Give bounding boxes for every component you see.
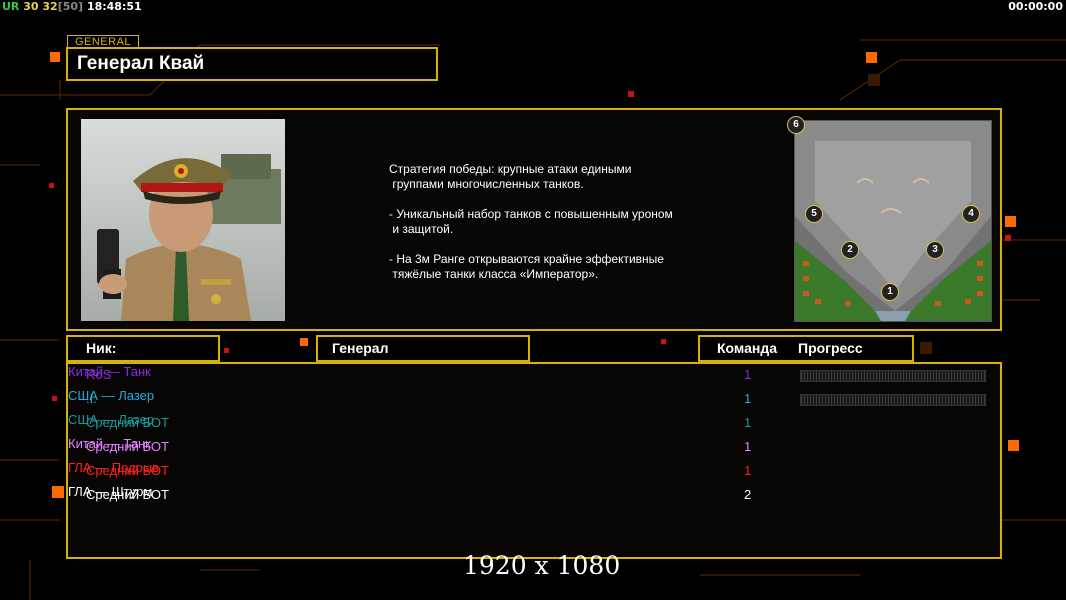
progress-bar [800,370,986,382]
table-row: RoS Китай — Танк 1 [68,364,1000,386]
general-name: Генерал Квай [77,53,205,74]
fps-counter: UR 30 32[50] 18:48:51 [2,0,142,13]
clock: 18:48:51 [86,0,142,13]
table-row: Средний БОТ Китай — Танк 1 [68,436,1000,458]
resolution-caption: 1920 x 1080 [463,551,621,580]
map-position-1: 1 [881,283,899,301]
map-position-2: 2 [841,241,859,259]
fps-cap: [50] [57,0,84,13]
player-nick: .I. [86,391,97,406]
players-table: RoS Китай — Танк 1 .I. США — Лазер 1 Средний Б… [66,362,1002,559]
ur-label: UR [2,0,20,13]
map-position-3: 3 [926,241,944,259]
player-team: 1 [744,415,752,430]
header-general-label: Генерал [332,340,389,356]
progress-bar [800,394,986,406]
player-team: 1 [744,367,752,382]
player-nick: Средний БОТ [86,463,169,478]
minimap: 1 2 3 4 5 [794,120,992,322]
player-general: США — Лазер [68,388,155,403]
table-row: Средний БОТ США — Лазер 1 [68,412,1000,434]
table-row: Средний БОТ ГЛА — Подрыв 1 [68,460,1000,482]
player-team: 1 [744,463,752,478]
general-portrait [81,119,285,321]
header-team-label: Команда [717,340,777,356]
player-team: 1 [744,439,752,454]
header-nick: Ник: [66,335,220,362]
general-name-panel: Генерал Квай [66,47,438,81]
table-row: Средний БОТ ГЛА — Штурм 2 [68,484,1000,506]
header-nick-label: Ник: [86,340,117,356]
game-timer: 00:00:00 [1008,0,1063,13]
header-progress-label: Прогресс [798,340,863,356]
player-team: 1 [744,391,752,406]
map-position-4: 4 [962,205,980,223]
player-nick: Средний БОТ [86,415,169,430]
fps-value-2: 32 [42,0,58,13]
map-position-5: 5 [805,205,823,223]
map-position-6: 6 [787,116,805,134]
header-general: Генерал [316,335,530,362]
player-nick: Средний БОТ [86,487,169,502]
header-team-progress: Команда Прогресс [698,335,914,362]
player-nick: Средний БОТ [86,439,169,454]
general-description: Стратегия победы: крупные атаки едиными … [389,162,673,281]
player-nick: RoS [86,367,112,382]
general-info-panel: Стратегия победы: крупные атаки едиными … [66,108,1002,331]
player-team: 2 [744,487,752,502]
fps-value: 30 [23,0,39,13]
table-row: .I. США — Лазер 1 [68,388,1000,410]
